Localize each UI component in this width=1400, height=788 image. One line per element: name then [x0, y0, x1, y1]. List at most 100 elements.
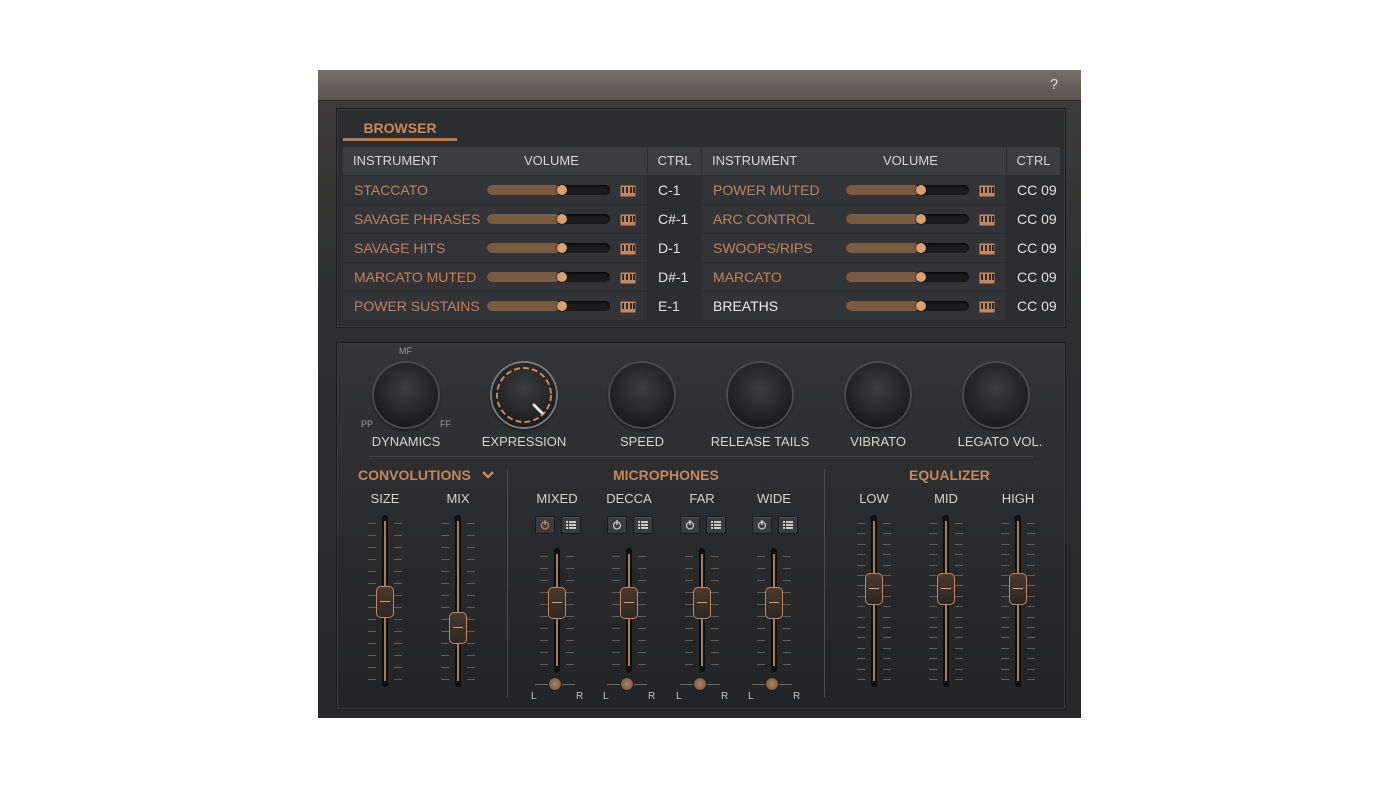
keyboard-icon[interactable] [979, 271, 995, 284]
keyboard-icon[interactable] [979, 184, 995, 197]
pan-knob[interactable] [548, 677, 562, 691]
volume-slider-knob[interactable] [915, 214, 926, 224]
ctrl-cell[interactable]: D-1 [648, 234, 701, 262]
volume-slider-knob[interactable] [556, 243, 567, 253]
instrument-name[interactable]: SAVAGE HITS [354, 234, 445, 262]
keyboard-icon[interactable] [620, 300, 636, 313]
vibrato-knob[interactable] [846, 363, 910, 427]
ctrl-cell[interactable]: E-1 [648, 292, 701, 320]
dynamics-knob[interactable] [374, 363, 438, 427]
mic-2-fader-handle[interactable] [693, 586, 711, 619]
legato-vol-knob[interactable] [964, 363, 1028, 427]
mic-3-fader-handle[interactable] [765, 586, 783, 619]
volume-slider[interactable] [487, 185, 610, 195]
list-button[interactable] [633, 516, 653, 534]
speed-knob[interactable] [610, 363, 674, 427]
volume-slider-knob[interactable] [556, 272, 567, 282]
pan-knob[interactable] [693, 677, 707, 691]
fader-tick [612, 556, 620, 557]
ctrl-cell[interactable]: C#-1 [648, 205, 701, 233]
instrument-row[interactable]: MARCATO MUTED [343, 263, 647, 291]
instrument-row[interactable]: POWER MUTED [702, 176, 1006, 204]
tab-browser-label: BROWSER [363, 120, 437, 136]
ctrl-cell[interactable]: C-1 [648, 176, 701, 204]
eq-2-fader-handle[interactable] [1009, 573, 1027, 605]
power-button[interactable] [607, 516, 627, 534]
instrument-name[interactable]: STACCATO [354, 176, 428, 204]
keyboard-icon[interactable] [979, 213, 995, 226]
power-button[interactable] [680, 516, 700, 534]
list-button[interactable] [778, 516, 798, 534]
keyboard-icon[interactable] [620, 213, 636, 226]
fader-tick [441, 571, 449, 572]
pan-knob[interactable] [765, 677, 779, 691]
ctrl-cell[interactable]: CC 09 [1007, 205, 1060, 233]
volume-slider-knob[interactable] [556, 301, 567, 311]
ctrl-cell[interactable]: CC 09 [1007, 263, 1060, 291]
instrument-name[interactable]: MARCATO MUTED [354, 263, 476, 291]
help-button[interactable]: ? [1047, 76, 1061, 93]
release-tails-knob[interactable] [728, 363, 792, 427]
ctrl-cell[interactable]: CC 09 [1007, 176, 1060, 204]
volume-slider[interactable] [846, 272, 969, 282]
instrument-name[interactable]: BREATHS [713, 292, 778, 320]
fader-tick [368, 559, 376, 560]
instrument-row[interactable]: POWER SUSTAINS [343, 292, 647, 320]
instrument-row[interactable]: SWOOPS/RIPS [702, 234, 1006, 262]
volume-slider[interactable] [846, 243, 969, 253]
convolution-1-fader-handle[interactable] [449, 612, 467, 644]
instrument-row[interactable]: MARCATO [702, 263, 1006, 291]
eq-0-fader-handle[interactable] [865, 573, 883, 605]
keyboard-icon[interactable] [620, 271, 636, 284]
volume-slider-knob[interactable] [556, 214, 567, 224]
keyboard-icon[interactable] [620, 242, 636, 255]
volume-slider-knob[interactable] [915, 243, 926, 253]
volume-slider[interactable] [846, 301, 969, 311]
expression-knob[interactable] [492, 363, 556, 427]
list-icon [711, 521, 721, 529]
convolutions-title[interactable]: CONVOLUTIONS [358, 467, 495, 483]
instrument-row[interactable]: STACCATO [343, 176, 647, 204]
convolution-0-fader-handle[interactable] [376, 586, 394, 618]
mic-1-fader-handle[interactable] [620, 586, 638, 619]
volume-slider-knob[interactable] [915, 185, 926, 195]
eq-1-fader-handle[interactable] [937, 573, 955, 605]
instrument-name[interactable]: POWER SUSTAINS [354, 292, 480, 320]
instrument-row[interactable]: SAVAGE HITS [343, 234, 647, 262]
ctrl-cell[interactable]: D#-1 [648, 263, 701, 291]
tab-browser[interactable]: BROWSER [343, 109, 457, 141]
volume-slider[interactable] [487, 243, 610, 253]
ctrl-cell[interactable]: CC 09 [1007, 292, 1060, 320]
volume-slider-knob[interactable] [915, 272, 926, 282]
fader-tick [857, 554, 865, 556]
pan-knob[interactable] [620, 677, 634, 691]
volume-slider[interactable] [487, 272, 610, 282]
volume-slider-knob[interactable] [915, 301, 926, 311]
fader-tick [1001, 585, 1009, 587]
volume-slider[interactable] [846, 185, 969, 195]
fader-tick [441, 643, 449, 644]
list-button[interactable] [561, 516, 581, 534]
power-button[interactable] [752, 516, 772, 534]
keyboard-icon[interactable] [620, 184, 636, 197]
instrument-name[interactable]: MARCATO [713, 263, 782, 291]
instrument-row[interactable]: ARC CONTROL [702, 205, 1006, 233]
power-button[interactable] [535, 516, 555, 534]
ctrl-cell[interactable]: CC 09 [1007, 234, 1060, 262]
instrument-row[interactable]: SAVAGE PHRASES [343, 205, 647, 233]
keyboard-icon[interactable] [979, 300, 995, 313]
keyboard-icon[interactable] [979, 242, 995, 255]
instrument-name[interactable]: ARC CONTROL [713, 205, 815, 233]
instrument-row[interactable]: BREATHS [702, 292, 1006, 320]
volume-slider[interactable] [487, 301, 610, 311]
mic-0-fader-handle[interactable] [548, 586, 566, 619]
volume-slider-knob[interactable] [556, 185, 567, 195]
fader-tick [955, 658, 963, 660]
list-button[interactable] [706, 516, 726, 534]
instrument-name[interactable]: POWER MUTED [713, 176, 820, 204]
fader-tick [368, 643, 376, 644]
instrument-name[interactable]: SWOOPS/RIPS [713, 234, 813, 262]
instrument-name[interactable]: SAVAGE PHRASES [354, 205, 480, 233]
volume-slider[interactable] [846, 214, 969, 224]
volume-slider[interactable] [487, 214, 610, 224]
